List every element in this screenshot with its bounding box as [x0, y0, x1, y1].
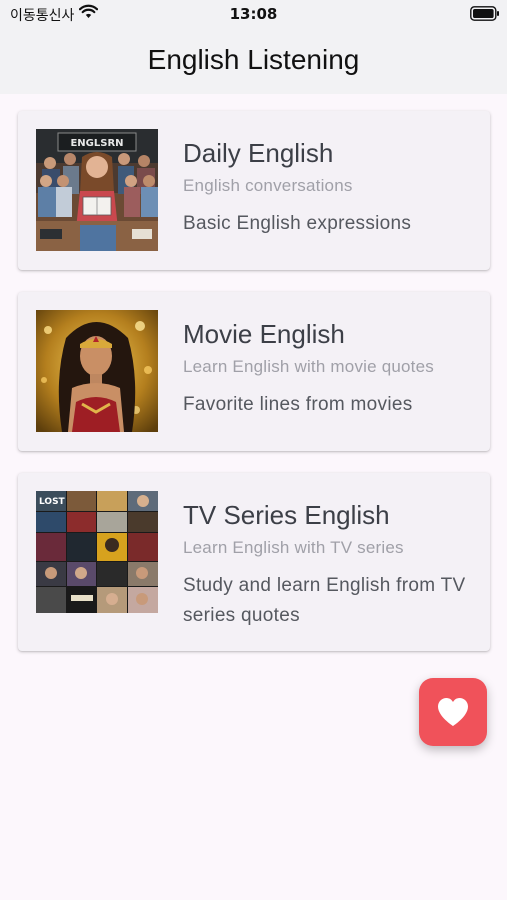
card-description: Basic English expressions	[183, 213, 412, 234]
tv-series-english-thumbnail: LOST	[36, 491, 158, 613]
status-bar: 이동통신사 13:08	[0, 0, 507, 30]
card-title: Daily English	[183, 138, 334, 168]
favorites-button[interactable]	[419, 678, 487, 746]
daily-english-thumbnail: ENGLSRN	[36, 129, 158, 251]
card-subtitle: English conversations	[183, 176, 353, 195]
svg-text:LOST: LOST	[39, 497, 66, 507]
heart-icon	[438, 698, 468, 726]
movie-english-thumbnail	[36, 310, 158, 432]
battery-icon	[470, 6, 499, 21]
card-movie-english[interactable]: Movie English Learn English with movie q…	[18, 292, 490, 451]
card-daily-english[interactable]: ENGLSRN Daily English English conversati…	[18, 111, 490, 270]
page-title: English Listening	[147, 44, 360, 75]
card-subtitle: Learn English with movie quotes	[183, 357, 434, 376]
card-subtitle: Learn English with TV series	[183, 538, 404, 557]
svg-text:ENGLSRN: ENGLSRN	[70, 138, 123, 149]
card-title: Movie English	[183, 319, 345, 349]
top-bar: 이동통신사 13:08 English Listening	[0, 0, 507, 94]
clock: 13:08	[229, 5, 278, 23]
card-description: Study and learn English from TV series q…	[183, 575, 466, 626]
card-tv-series-english[interactable]: LOST TV Series English Learn English wit…	[18, 473, 490, 651]
card-description: Favorite lines from movies	[183, 394, 413, 415]
card-title: TV Series English	[183, 500, 390, 530]
